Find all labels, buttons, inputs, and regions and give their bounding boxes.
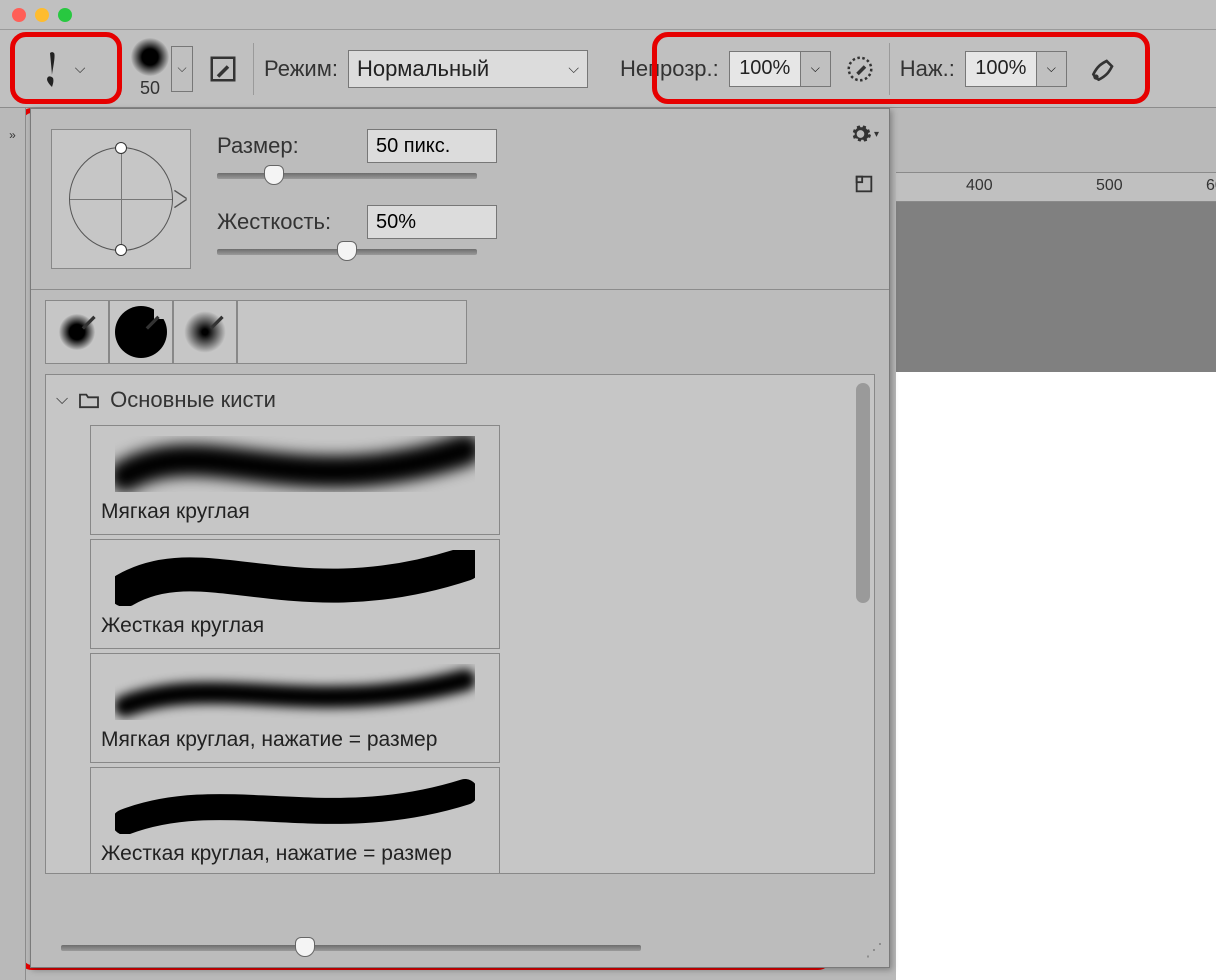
brush-icon: [28, 44, 76, 92]
resize-grip-icon[interactable]: ⋰: [865, 940, 883, 961]
brush-preset-dropdown[interactable]: ⌵: [171, 46, 193, 92]
brush-folder-label: Основные кисти: [110, 387, 276, 413]
chevron-down-icon: ⌵: [56, 391, 68, 409]
chevron-down-icon: ⌵: [568, 60, 579, 77]
canvas-background: [896, 202, 1216, 980]
flow-dropdown[interactable]: ⌵: [1037, 51, 1067, 87]
brush-preset-item[interactable]: Мягкая круглая, нажатие = размер: [90, 653, 500, 763]
angle-handle[interactable]: [115, 142, 127, 154]
expand-tools-icon[interactable]: »: [3, 128, 23, 142]
brush-size-indicator: 50: [140, 78, 160, 99]
blend-mode-value: Нормальный: [357, 56, 489, 82]
slider-thumb[interactable]: [295, 937, 315, 957]
tools-panel-collapsed: »: [0, 108, 26, 980]
hardness-label: Жесткость:: [217, 209, 347, 235]
brush-preset-panel: ▾ Размер: 50 пикс.: [30, 108, 890, 968]
flow-field[interactable]: 100%: [965, 51, 1037, 87]
current-tool-dropdown[interactable]: ⌵: [10, 34, 110, 104]
new-preset-button[interactable]: [849, 169, 879, 199]
brush-folder-header[interactable]: ⌵ Основные кисти: [46, 375, 874, 425]
window-zoom-button[interactable]: [58, 8, 72, 22]
brush-preset-item[interactable]: Мягкая круглая: [90, 425, 500, 535]
options-bar: ⌵ 50 ⌵ Режим: Нормальный ⌵ Непрозр.: 100…: [0, 30, 1216, 108]
recent-brushes-empty: [237, 300, 467, 364]
blend-mode-select[interactable]: Нормальный ⌵: [348, 50, 588, 88]
slider-thumb[interactable]: [337, 241, 357, 261]
brush-preset-name: Жесткая круглая, нажатие = размер: [101, 842, 489, 866]
slider-thumb[interactable]: [264, 165, 284, 185]
pressure-opacity-icon: [845, 54, 875, 84]
opacity-field[interactable]: 100%: [729, 51, 801, 87]
chevron-down-icon: ⌵: [75, 60, 86, 77]
hardness-field[interactable]: 50%: [367, 205, 497, 239]
mode-label: Режим:: [264, 56, 338, 82]
panel-settings-button[interactable]: ▾: [849, 119, 879, 149]
recent-brush-item[interactable]: [173, 300, 237, 364]
pen-badge-icon: [77, 304, 105, 332]
window-minimize-button[interactable]: [35, 8, 49, 22]
brush-preset-item[interactable]: Жесткая круглая: [90, 539, 500, 649]
brush-tip-preview-icon: [131, 38, 169, 76]
chevron-down-icon: ⌵: [177, 61, 186, 76]
folder-icon: [78, 391, 100, 409]
size-slider[interactable]: [217, 173, 477, 179]
airbrush-icon: [1088, 53, 1120, 85]
opacity-label: Непрозр.:: [620, 56, 719, 82]
chevron-down-icon: ▾: [874, 129, 879, 140]
size-field[interactable]: 50 пикс.: [367, 129, 497, 163]
pen-badge-icon: [205, 304, 233, 332]
angle-direction-icon: [174, 191, 186, 207]
chevron-down-icon: ⌵: [1047, 61, 1056, 76]
recent-brush-item[interactable]: [109, 300, 173, 364]
horizontal-ruler: 400 500 600: [896, 172, 1216, 202]
airbrush-toggle[interactable]: [1085, 50, 1123, 88]
window-close-button[interactable]: [12, 8, 26, 22]
opacity-dropdown[interactable]: ⌵: [801, 51, 831, 87]
brush-stroke-preview: [101, 434, 489, 494]
brush-preset-list: ⌵ Основные кисти Мягкая круглая Жесткая к…: [45, 374, 875, 874]
pressure-opacity-toggle[interactable]: [841, 50, 879, 88]
angle-handle[interactable]: [115, 244, 127, 256]
brush-settings-toggle[interactable]: [203, 49, 243, 89]
recent-brush-item[interactable]: [45, 300, 109, 364]
brush-panel-icon: [208, 54, 238, 84]
preview-size-slider[interactable]: [61, 945, 641, 951]
brush-preset-name: Жесткая круглая: [101, 614, 489, 638]
recent-brushes: [31, 290, 889, 374]
brush-preset-item[interactable]: Жесткая круглая, нажатие = размер: [90, 767, 500, 874]
brush-stroke-preview: [101, 548, 489, 608]
flow-label: Наж.:: [900, 56, 955, 82]
new-preset-icon: [853, 173, 875, 195]
titlebar: [0, 0, 1216, 30]
brush-preview: 50: [131, 38, 169, 99]
size-label: Размер:: [217, 133, 347, 159]
brush-preset-name: Мягкая круглая: [101, 500, 489, 524]
brush-stroke-preview: [101, 662, 489, 722]
chevron-down-icon: ⌵: [811, 61, 820, 76]
hardness-slider[interactable]: [217, 249, 477, 255]
brush-angle-widget[interactable]: [51, 129, 191, 269]
pen-badge-icon: [141, 304, 169, 332]
scrollbar-thumb[interactable]: [856, 383, 870, 603]
brush-stroke-preview: [101, 776, 489, 836]
gear-icon: [849, 122, 872, 146]
canvas[interactable]: [896, 372, 1216, 980]
brush-preset-name: Мягкая круглая, нажатие = размер: [101, 728, 489, 752]
